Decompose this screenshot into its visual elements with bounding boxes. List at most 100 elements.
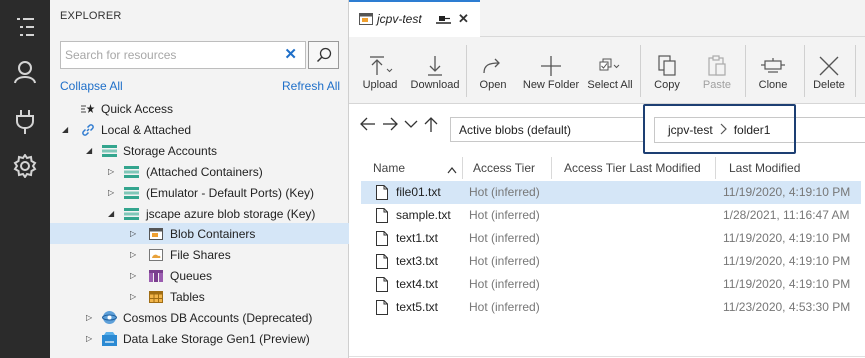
- clone-button[interactable]: Clone: [753, 37, 793, 104]
- tree-item-label: Storage Accounts: [123, 143, 218, 158]
- last-modified: 11/23/2020, 4:53:30 PM: [723, 300, 851, 314]
- plus-icon: [540, 53, 562, 79]
- tree-item-blob-containers[interactable]: ▷ Blob Containers: [50, 223, 349, 244]
- search-icon: [316, 47, 331, 63]
- collapsed-caret-icon[interactable]: ▷: [130, 271, 136, 280]
- table-row[interactable]: text1.txt Hot (inferred) 11/19/2020, 4:1…: [361, 227, 861, 250]
- tree-item-cosmos-db[interactable]: ▷ Cosmos DB Accounts (Deprecated): [50, 307, 349, 328]
- collapsed-caret-icon[interactable]: ▷: [130, 229, 136, 238]
- tree-item-file-shares[interactable]: ▷ File Shares: [50, 244, 349, 265]
- delete-label: Delete: [813, 79, 845, 91]
- settings-gear-icon[interactable]: [0, 144, 50, 188]
- upload-icon: [367, 53, 393, 79]
- download-button[interactable]: Download: [410, 37, 460, 104]
- blob-view-select[interactable]: Active blobs (default): [450, 117, 645, 142]
- last-modified: 11/19/2020, 4:19:10 PM: [723, 185, 851, 199]
- collapsed-caret-icon[interactable]: ▷: [86, 313, 92, 322]
- search-box[interactable]: ✕: [60, 41, 306, 69]
- last-modified: 11/19/2020, 4:19:10 PM: [723, 277, 851, 291]
- column-divider: [551, 157, 552, 179]
- table-row[interactable]: file01.txt Hot (inferred) 11/19/2020, 4:…: [361, 181, 861, 204]
- select-all-button[interactable]: Select All: [587, 37, 633, 104]
- tab-title: jcpv-test: [377, 12, 422, 26]
- collapsed-caret-icon[interactable]: ▷: [86, 334, 92, 343]
- tree-item-label: Local & Attached: [101, 122, 192, 137]
- up-arrow-icon[interactable]: [424, 117, 438, 138]
- expanded-caret-icon[interactable]: ◢: [62, 125, 68, 134]
- tree-item-label: Data Lake Storage Gen1 (Preview): [123, 331, 310, 346]
- paste-button[interactable]: Paste: [697, 37, 737, 104]
- tree-item-data-lake[interactable]: ▷ Data Lake Storage Gen1 (Preview): [50, 328, 349, 349]
- collapsed-caret-icon[interactable]: ▷: [108, 188, 114, 197]
- new-folder-button[interactable]: New Folder: [523, 37, 579, 104]
- new-folder-label: New Folder: [522, 79, 580, 91]
- tab-bar: jcpv-test ✕: [349, 0, 865, 37]
- link-icon: [80, 123, 95, 136]
- copy-button[interactable]: Copy: [647, 37, 687, 104]
- history-chevron-down-icon[interactable]: [404, 117, 418, 136]
- explorer-panel: EXPLORER ✕ Collapse All Refresh All Quic…: [50, 0, 349, 358]
- refresh-all-link[interactable]: Refresh All: [282, 79, 340, 93]
- file-share-icon: [148, 248, 163, 261]
- clear-search-icon[interactable]: ✕: [284, 47, 297, 63]
- column-header-name[interactable]: Name: [373, 161, 405, 175]
- queue-icon: [148, 269, 163, 282]
- column-header-access-tier[interactable]: Access Tier: [473, 161, 535, 175]
- column-header-tier-last-modified[interactable]: Access Tier Last Modified: [564, 161, 701, 175]
- tree-item-queues[interactable]: ▷ Queues: [50, 265, 349, 286]
- sort-chevron-up-icon[interactable]: [447, 163, 457, 177]
- last-modified: 11/19/2020, 4:19:10 PM: [723, 231, 851, 245]
- plug-icon[interactable]: [0, 100, 50, 144]
- toolbar-divider: [855, 45, 856, 97]
- tab-jcpv-test[interactable]: jcpv-test ✕: [349, 0, 480, 37]
- explorer-title: EXPLORER: [60, 10, 122, 22]
- search-input[interactable]: [61, 42, 276, 68]
- tree-item-label: Quick Access: [101, 101, 174, 116]
- tree-item-label: (Emulator - Default Ports) (Key): [146, 185, 315, 200]
- forward-arrow-icon[interactable]: [382, 117, 398, 136]
- close-tab-icon[interactable]: ✕: [458, 11, 469, 27]
- tree-item-local-attached[interactable]: ◢ Local & Attached: [50, 119, 349, 140]
- select-all-label: Select All: [587, 79, 633, 91]
- file-icon: [376, 300, 388, 315]
- table-header: Name Access Tier Access Tier Last Modifi…: [349, 155, 865, 181]
- collapsed-caret-icon[interactable]: ▷: [108, 167, 114, 176]
- table-row[interactable]: text3.txt Hot (inferred) 11/19/2020, 4:1…: [361, 250, 861, 273]
- upload-button[interactable]: Upload: [355, 37, 405, 104]
- explorer-list-icon[interactable]: [0, 5, 50, 49]
- download-icon: [424, 53, 446, 79]
- tree-item-jscape-storage[interactable]: ◢ jscape azure blob storage (Key): [50, 203, 349, 224]
- column-header-last-modified[interactable]: Last Modified: [729, 161, 800, 175]
- expanded-caret-icon[interactable]: ◢: [108, 209, 114, 218]
- expanded-caret-icon[interactable]: ◢: [86, 146, 92, 155]
- tree-item-tables[interactable]: ▷ Tables: [50, 286, 349, 307]
- file-icon: [376, 208, 388, 223]
- copy-icon: [657, 53, 677, 79]
- delete-button[interactable]: Delete: [810, 37, 848, 104]
- storage-account-icon: [124, 207, 139, 220]
- collapsed-caret-icon[interactable]: ▷: [130, 250, 136, 259]
- select-all-icon: [599, 53, 621, 79]
- bottom-border: [349, 356, 865, 357]
- tree-item-label: Queues: [170, 268, 213, 283]
- back-arrow-icon[interactable]: [360, 117, 376, 136]
- tree-item-label: jscape azure blob storage (Key): [146, 206, 316, 221]
- table-icon: [148, 290, 163, 303]
- table-row[interactable]: text5.txt Hot (inferred) 11/23/2020, 4:5…: [361, 296, 861, 319]
- tree-item-storage-accounts[interactable]: ◢ Storage Accounts: [50, 140, 349, 161]
- search-button[interactable]: [308, 41, 339, 69]
- table-row[interactable]: text4.txt Hot (inferred) 11/19/2020, 4:1…: [361, 273, 861, 296]
- collapsed-caret-icon[interactable]: ▷: [130, 292, 136, 301]
- file-icon: [376, 231, 388, 246]
- file-name: text4.txt: [396, 277, 439, 291]
- tree-item-emulator[interactable]: ▷ (Emulator - Default Ports) (Key): [50, 182, 349, 203]
- account-icon[interactable]: [0, 50, 50, 94]
- pin-icon[interactable]: [436, 14, 451, 28]
- collapse-all-link[interactable]: Collapse All: [60, 79, 123, 93]
- delete-x-icon: [819, 53, 839, 79]
- tree-item-quick-access[interactable]: Quick Access: [50, 98, 349, 119]
- tree-item-label: Blob Containers: [170, 226, 256, 241]
- tree-item-attached-containers[interactable]: ▷ (Attached Containers): [50, 161, 349, 182]
- open-button[interactable]: Open: [473, 37, 513, 104]
- table-row[interactable]: sample.txt Hot (inferred) 1/28/2021, 11:…: [361, 204, 861, 227]
